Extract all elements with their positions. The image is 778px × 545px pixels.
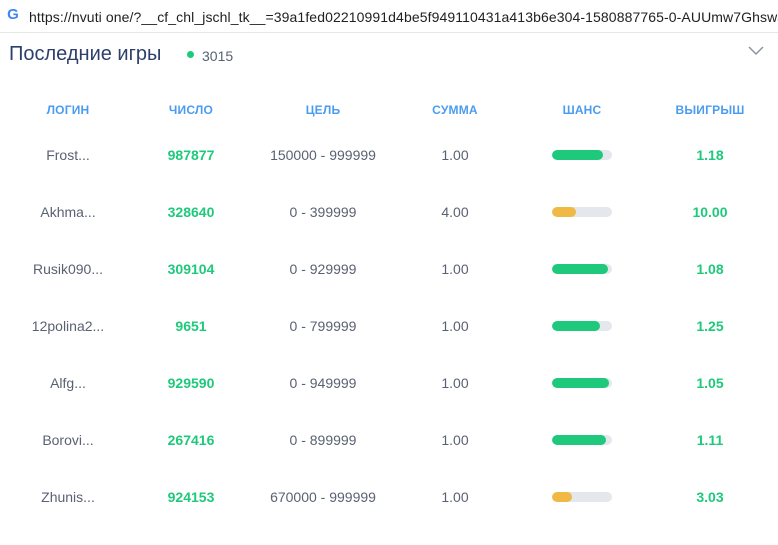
column-header-number: ЧИСЛО [168, 103, 214, 117]
cell-win: 3.03 [696, 489, 724, 505]
online-count: 3015 [202, 48, 234, 64]
chevron-down-icon[interactable] [748, 43, 764, 57]
table-row: 12polina2... 9651 0 - 799999 1.00 1.25 [0, 317, 778, 374]
cell-amount: 1.00 [441, 261, 469, 277]
google-icon: G [7, 6, 19, 23]
chance-bar [552, 378, 612, 388]
cell-win: 1.25 [696, 318, 724, 334]
table-row: Frost... 987877 150000 - 999999 1.00 1.18 [0, 146, 778, 203]
chance-bar [552, 435, 612, 445]
column-header-target: ЦЕЛЬ [305, 103, 341, 117]
cell-win: 1.11 [696, 432, 724, 448]
chance-bar [552, 321, 612, 331]
page-title: Последние игры [9, 43, 162, 65]
chance-bar-fill [552, 378, 609, 388]
cell-amount: 1.00 [441, 318, 469, 334]
chance-bar-fill [552, 435, 606, 445]
chance-bar-fill [552, 492, 572, 502]
cell-amount: 1.00 [441, 375, 469, 391]
chance-bar [552, 492, 612, 502]
chance-bar [552, 264, 612, 274]
chance-bar-fill [552, 207, 576, 217]
cell-amount: 1.00 [441, 432, 469, 448]
table-row: Akhma... 328640 0 - 399999 4.00 10.00 [0, 203, 778, 260]
chance-bar-fill [552, 264, 608, 274]
cell-win: 1.05 [696, 375, 724, 391]
cell-amount: 1.00 [441, 147, 469, 163]
chance-bar-fill [552, 150, 603, 160]
cell-amount: 1.00 [441, 489, 469, 505]
column-header-win: ВЫИГРЫШ [675, 103, 745, 117]
table-row: Rusik090... 309104 0 - 929999 1.00 1.08 [0, 260, 778, 317]
cell-amount: 4.00 [441, 204, 469, 220]
table-row: Alfg... 929590 0 - 949999 1.00 1.05 [0, 374, 778, 431]
address-bar[interactable]: G https://nvuti one/?__cf_chl_jschl_tk__… [0, 0, 778, 33]
cell-win: 10.00 [692, 204, 728, 220]
chance-bar [552, 207, 612, 217]
chance-bar-fill [552, 321, 600, 331]
column-header-amount: СУММА [432, 103, 478, 117]
online-status-dot [187, 51, 194, 58]
column-header-login: ЛОГИН [46, 103, 90, 117]
url-text[interactable]: https://nvuti one/?__cf_chl_jschl_tk__=3… [29, 9, 778, 25]
chance-bar [552, 150, 612, 160]
table-row: Zhunis... 924153 670000 - 999999 1.00 3.03 [0, 488, 778, 545]
column-header-chance: ШАНС [562, 103, 602, 117]
cell-win: 1.18 [696, 147, 724, 163]
cell-win: 1.08 [696, 261, 724, 277]
table-row: Borovi... 267416 0 - 899999 1.00 1.11 [0, 431, 778, 488]
